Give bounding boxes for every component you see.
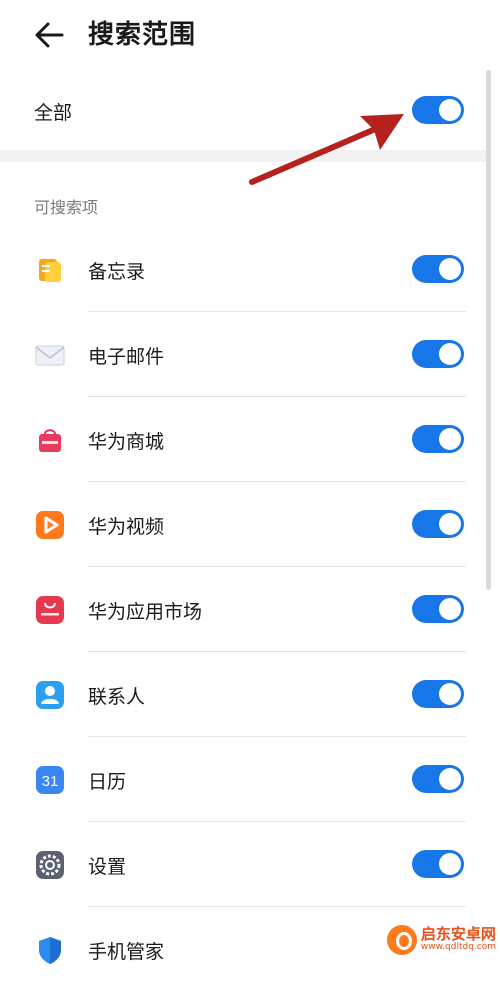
list-item-label: 设置 [88, 856, 127, 878]
toggle-knob [439, 768, 461, 790]
notes-toggle[interactable] [412, 255, 464, 283]
watermark-logo-icon [386, 925, 417, 955]
settings-toggle[interactable] [412, 850, 464, 878]
watermark: 启东安卓网 www.qdltdq.com [386, 925, 496, 955]
toggle-knob [439, 513, 461, 535]
list-item-notes: 备忘录 [0, 227, 500, 312]
searchable-items-list: 备忘录 电子邮件 华为商城 华为视频 华为应用市场 联系人 31 日历 设置 手… [0, 227, 500, 992]
page-title: 搜索范围 [88, 20, 197, 50]
vmall-toggle[interactable] [412, 425, 464, 453]
all-label: 全部 [34, 102, 73, 124]
contacts-toggle[interactable] [412, 680, 464, 708]
list-item-settings: 设置 [0, 822, 500, 907]
list-item-label: 联系人 [88, 686, 146, 708]
contacts-icon [36, 681, 64, 709]
notes-icon [39, 259, 61, 282]
section-divider [0, 150, 486, 162]
header: 搜索范围 [0, 0, 500, 70]
list-item-calendar: 31 日历 [0, 737, 500, 822]
calendar-toggle[interactable] [412, 765, 464, 793]
section-title: 可搜索项 [34, 198, 99, 217]
settings-icon [36, 851, 64, 879]
video-toggle[interactable] [412, 510, 464, 538]
video-icon [36, 511, 64, 539]
list-item-vmall: 华为商城 [0, 397, 500, 482]
all-toggle-row: 全部 [0, 70, 500, 150]
list-item-label: 华为商城 [88, 431, 165, 453]
toggle-knob [439, 258, 461, 280]
scrollbar[interactable] [486, 70, 491, 590]
list-item-appgallery: 华为应用市场 [0, 567, 500, 652]
toggle-knob [439, 99, 461, 121]
phone-manager-icon [39, 937, 61, 964]
list-item-email: 电子邮件 [0, 312, 500, 397]
list-item-video: 华为视频 [0, 482, 500, 567]
toggle-knob [439, 598, 461, 620]
list-item-contacts: 联系人 [0, 652, 500, 737]
list-item-label: 华为应用市场 [88, 601, 203, 623]
list-item-label: 备忘录 [88, 261, 146, 283]
toggle-knob [439, 343, 461, 365]
email-toggle[interactable] [412, 340, 464, 368]
all-toggle[interactable] [412, 96, 464, 124]
appgallery-toggle[interactable] [412, 595, 464, 623]
toggle-knob [439, 853, 461, 875]
vmall-icon [39, 429, 61, 452]
toggle-knob [439, 428, 461, 450]
watermark-name: 启东安卓网 [420, 925, 496, 944]
appgallery-icon [36, 596, 64, 624]
email-icon [35, 345, 65, 366]
list-item-label: 电子邮件 [88, 346, 165, 368]
list-item-label: 手机管家 [88, 941, 165, 963]
watermark-url: www.qdltdq.com [420, 942, 496, 953]
toggle-knob [439, 683, 461, 705]
list-item-label: 华为视频 [88, 516, 165, 538]
arrow-left-icon[interactable] [32, 20, 68, 50]
calendar-icon: 31 [36, 766, 64, 794]
list-item-label: 日历 [88, 771, 127, 793]
svg-text:31: 31 [42, 773, 59, 790]
